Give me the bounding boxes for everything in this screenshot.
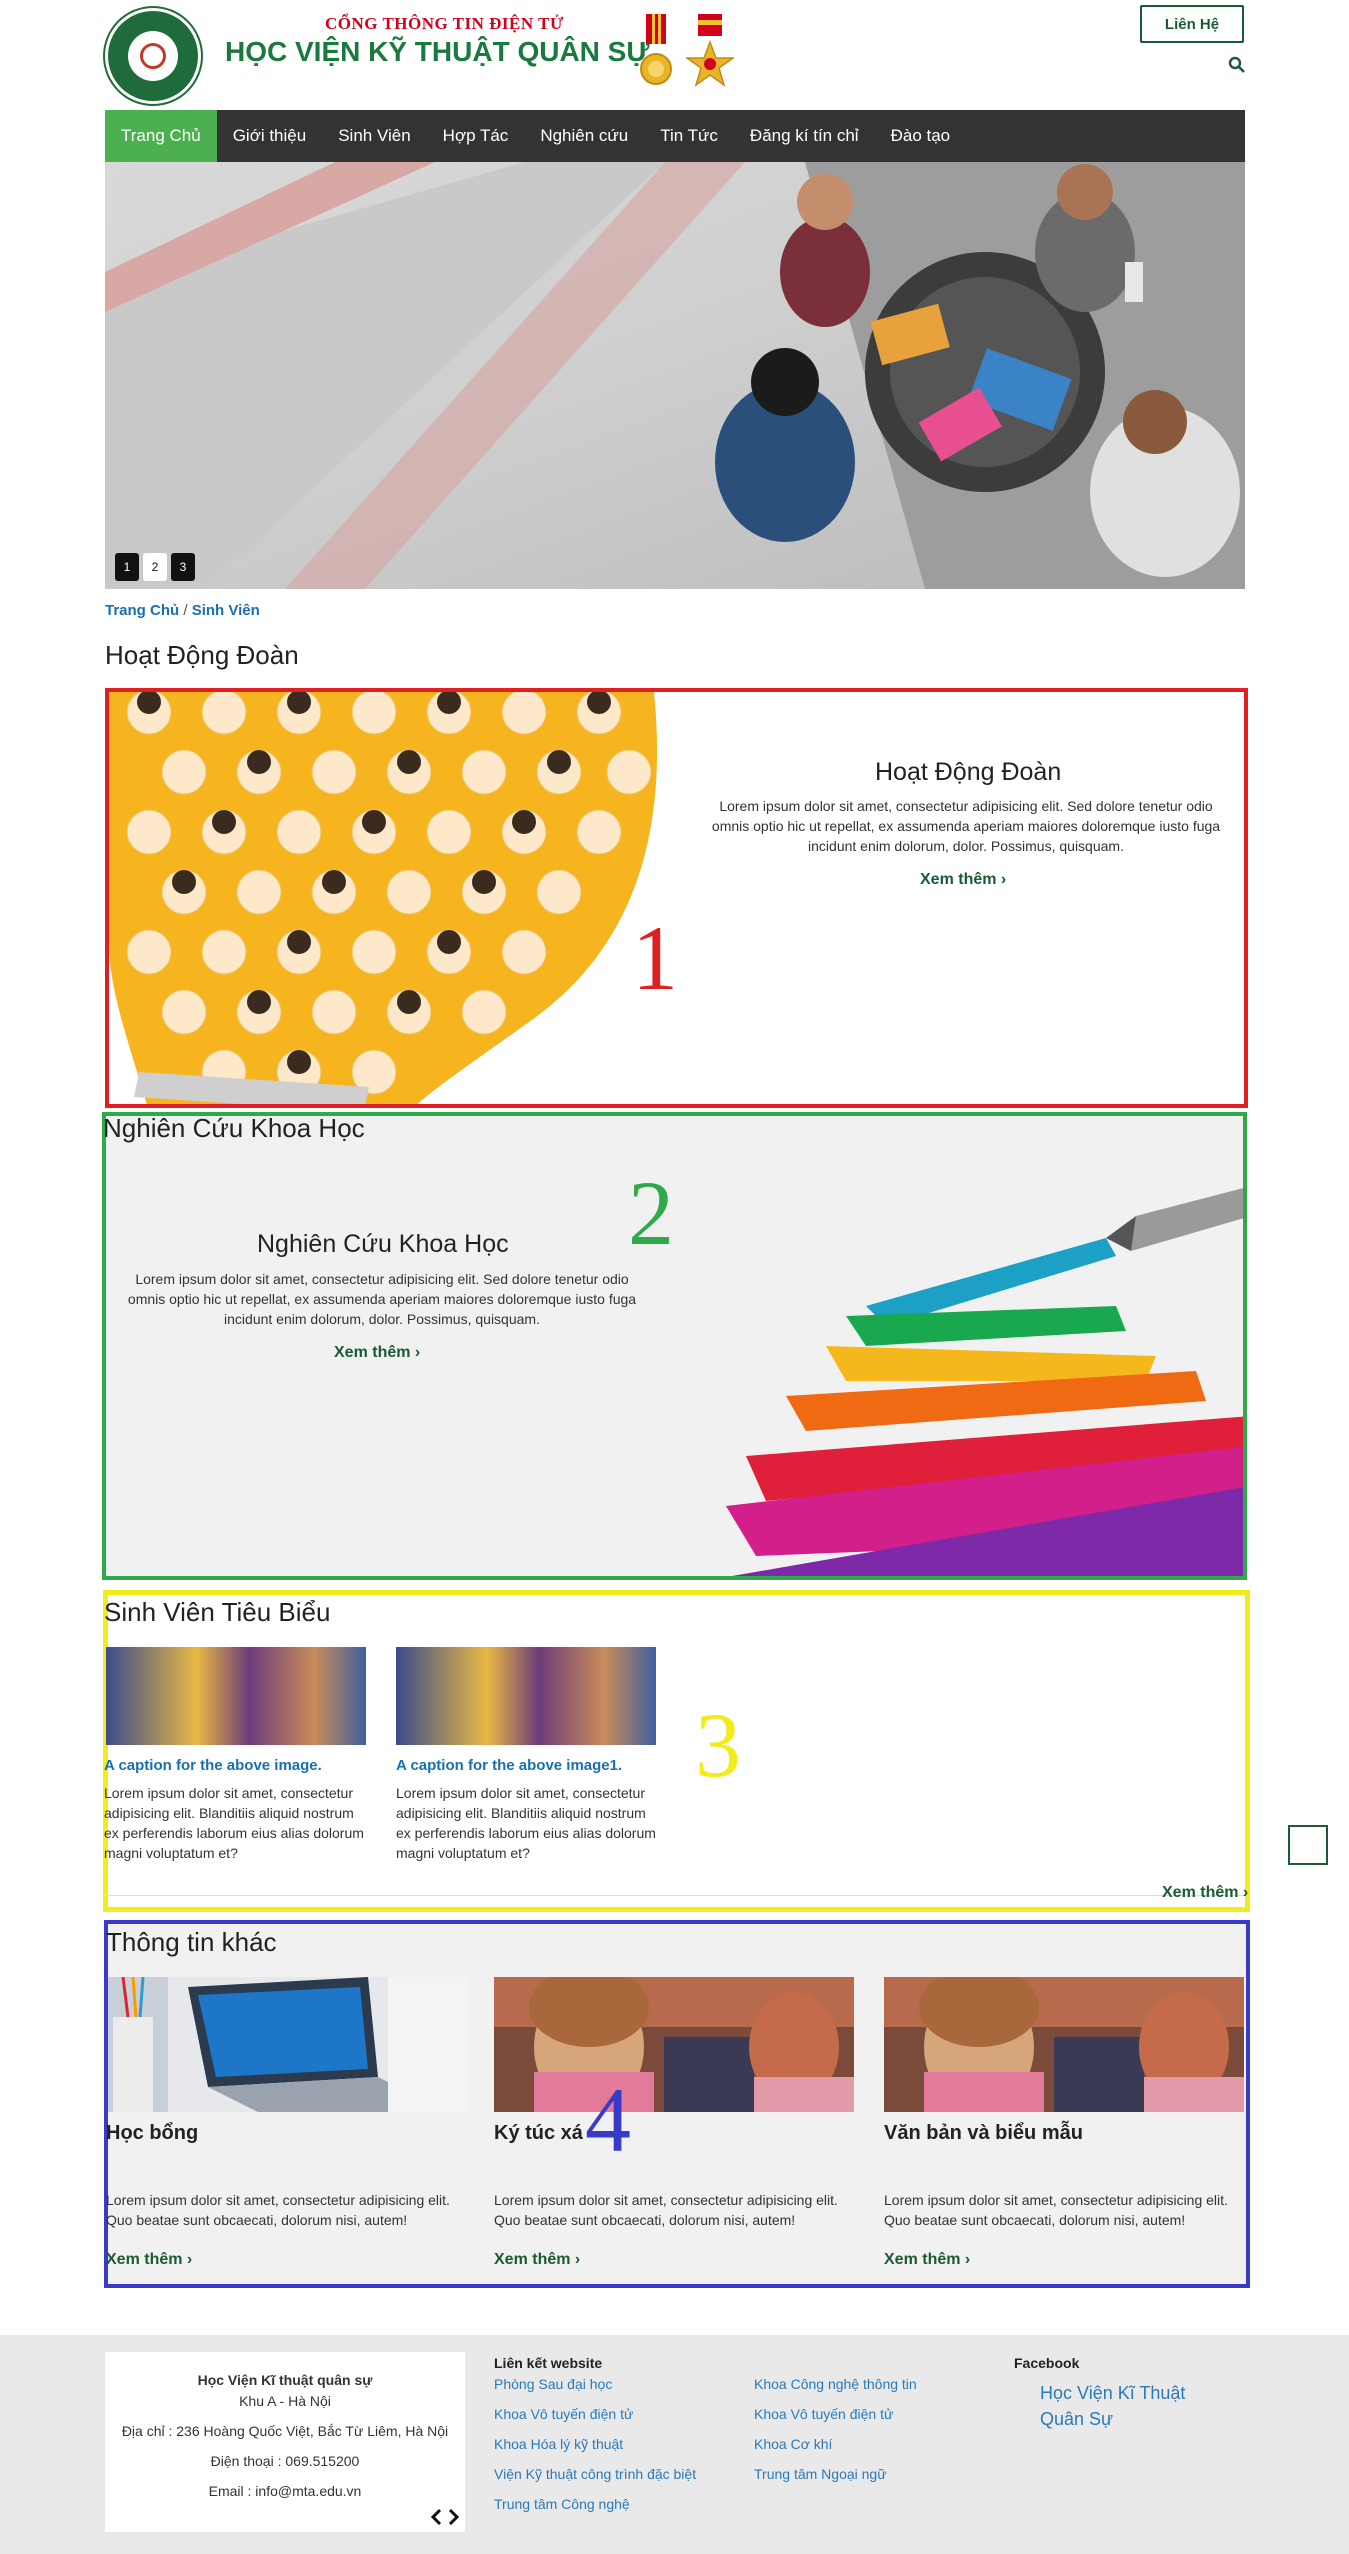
breadcrumb: Trang Chủ / Sinh Viên	[105, 602, 260, 619]
chevron-right-icon: ›	[1242, 1884, 1249, 1901]
girl-tablet-image-1[interactable]	[494, 1977, 854, 2112]
annotation-number-2: 2	[628, 1162, 674, 1264]
footer-facebook-link[interactable]: Học Viện Kĩ Thuật Quân Sự	[1040, 2380, 1200, 2432]
people-lightbulb-illustration	[109, 692, 658, 1104]
nav-item-credit-registration[interactable]: Đăng kí tín chỉ	[734, 110, 875, 162]
hero-slider-image	[105, 162, 1245, 589]
footer-phone: Điện thoại : 069.515200	[210, 2453, 360, 2469]
slider-dot-2[interactable]: 2	[143, 553, 167, 581]
nav-item-home[interactable]: Trang Chủ	[105, 110, 217, 162]
annotation-number-4: 4	[585, 2069, 631, 2171]
code-brackets-icon	[430, 2508, 460, 2526]
footer-link[interactable]: Khoa Vô tuyến điện tử	[494, 2406, 633, 2422]
footer-link[interactable]: Khoa Cơ khí	[754, 2436, 832, 2452]
footer-link[interactable]: Phòng Sau đại học	[494, 2376, 612, 2392]
section-heading-students: Sinh Viên Tiêu Biểu	[104, 1597, 331, 1627]
girl-tablet-image-2[interactable]	[884, 1977, 1244, 2112]
scholarship-more-link[interactable]: Xem thêm ›	[106, 2251, 192, 2269]
union-card-text: Lorem ipsum dolor sit amet, consectetur …	[711, 798, 1221, 854]
search-icon[interactable]	[1228, 56, 1246, 74]
chevron-right-icon: ›	[1000, 871, 1007, 888]
brand-title[interactable]: HỌC VIỆN KỸ THUẬT QUÂN SỰ	[225, 36, 650, 68]
students-table-photo	[105, 162, 1245, 589]
research-more-label: Xem thêm	[334, 1344, 411, 1361]
student-card-caption-1[interactable]: A caption for the above image.	[104, 1757, 322, 1774]
nav-item-cooperation[interactable]: Hợp Tác	[427, 110, 525, 162]
research-more-link[interactable]: Xem thêm ›	[334, 1344, 420, 1362]
academy-logo[interactable]	[105, 8, 201, 104]
union-card-title: Hoạt Động Đoàn	[875, 758, 1062, 786]
footer-link[interactable]: Trung tâm Ngoại ngữ	[754, 2466, 887, 2482]
chevron-right-icon: ›	[414, 1344, 421, 1361]
footer-facebook-heading: Facebook	[1014, 2355, 1080, 2371]
chevron-right-icon: ›	[574, 2251, 581, 2268]
scholarship-more-label: Xem thêm	[106, 2251, 183, 2268]
section-heading-other-info: Thông tin khác	[106, 1927, 277, 1957]
outstanding-students-section	[103, 1590, 1250, 1912]
section-heading-research: Nghiên Cứu Khoa Học	[103, 1113, 365, 1143]
research-card	[102, 1112, 1247, 1580]
research-card-title: Nghiên Cứu Khoa Học	[257, 1230, 509, 1258]
union-more-label: Xem thêm	[920, 871, 997, 888]
nav-item-students[interactable]: Sinh Viên	[322, 110, 426, 162]
student-card-image-2[interactable]	[396, 1647, 656, 1745]
footer-link[interactable]: Khoa Hóa lý kỹ thuật	[494, 2436, 623, 2452]
info-title-scholarship[interactable]: Học bổng	[106, 2122, 198, 2145]
student-card-caption-2[interactable]: A caption for the above image1.	[396, 1757, 622, 1774]
breadcrumb-separator: /	[179, 602, 192, 619]
student-card-image-1[interactable]	[106, 1647, 366, 1745]
research-card-text: Lorem ipsum dolor sit amet, consectetur …	[127, 1271, 637, 1327]
footer-link[interactable]: Khoa Vô tuyến điện tử	[754, 2406, 893, 2422]
slider-dot-3[interactable]: 3	[171, 553, 195, 581]
student-card-text-1: Lorem ipsum dolor sit amet, consectetur …	[104, 1785, 364, 1861]
footer-link[interactable]: Khoa Công nghệ thông tin	[754, 2376, 917, 2392]
laptop-image[interactable]	[108, 1977, 468, 2112]
nav-item-news[interactable]: Tin Tức	[644, 110, 734, 162]
footer-link[interactable]: Trung tâm Công nghệ	[494, 2496, 630, 2512]
dormitory-more-link[interactable]: Xem thêm ›	[494, 2251, 580, 2269]
students-more-label: Xem thêm	[1162, 1884, 1239, 1901]
nav-item-about[interactable]: Giới thiệu	[217, 110, 323, 162]
documents-more-label: Xem thêm	[884, 2251, 961, 2268]
section-heading-union: Hoạt Động Đoàn	[105, 640, 299, 670]
breadcrumb-home[interactable]: Trang Chủ	[105, 602, 179, 619]
info-text-documents: Lorem ipsum dolor sit amet, consectetur …	[884, 2192, 1228, 2228]
student-card-text-2: Lorem ipsum dolor sit amet, consectetur …	[396, 1785, 656, 1861]
footer-area: Khu A - Hà Nội	[239, 2393, 331, 2409]
footer-org-name: Học Viện Kĩ thuật quân sự	[197, 2372, 373, 2388]
chevron-right-icon: ›	[186, 2251, 193, 2268]
divider	[104, 1895, 1244, 1896]
info-title-dormitory[interactable]: Ký túc xá	[494, 2122, 583, 2145]
info-text-scholarship: Lorem ipsum dolor sit amet, consectetur …	[106, 2192, 450, 2228]
documents-more-link[interactable]: Xem thêm ›	[884, 2251, 970, 2269]
footer-links-heading: Liên kết website	[494, 2355, 603, 2371]
colorful-pencil-illustration	[726, 1188, 1243, 1576]
brand-subtitle: CỔNG THÔNG TIN ĐIỆN TỬ	[325, 14, 564, 33]
annotation-number-3: 3	[695, 1694, 741, 1796]
info-title-documents[interactable]: Văn bản và biểu mẫu	[884, 2122, 1083, 2145]
slider-dot-1[interactable]: 1	[115, 553, 139, 581]
chevron-right-icon: ›	[964, 2251, 971, 2268]
star-medal-icon	[686, 14, 734, 87]
union-activities-card	[105, 688, 1248, 1108]
site-header: CỔNG THÔNG TIN ĐIỆN TỬ HỌC VIỆN KỸ THUẬT…	[0, 0, 1349, 110]
nav-item-research[interactable]: Nghiên cứu	[524, 110, 644, 162]
union-more-link[interactable]: Xem thêm ›	[920, 871, 1006, 889]
info-text-dormitory: Lorem ipsum dolor sit amet, consectetur …	[494, 2192, 838, 2228]
main-nav: Trang Chủ Giới thiệu Sinh Viên Hợp Tác N…	[105, 110, 1245, 162]
footer-email: Email : info@mta.edu.vn	[208, 2483, 362, 2499]
dormitory-more-label: Xem thêm	[494, 2251, 571, 2268]
annotation-number-1: 1	[632, 907, 678, 1009]
medal-icon	[640, 14, 672, 85]
footer-link[interactable]: Viện Kỹ thuật công trình đặc biệt	[494, 2466, 696, 2482]
nav-item-training[interactable]: Đào tạo	[875, 110, 967, 162]
breadcrumb-current[interactable]: Sinh Viên	[192, 602, 260, 619]
footer-address: Địa chỉ : 236 Hoàng Quốc Việt, Bắc Từ Li…	[121, 2423, 449, 2439]
contact-button[interactable]: Liên Hệ	[1140, 5, 1244, 43]
students-more-link[interactable]: Xem thêm ›	[1162, 1884, 1248, 1902]
scroll-top-button[interactable]	[1288, 1825, 1328, 1865]
